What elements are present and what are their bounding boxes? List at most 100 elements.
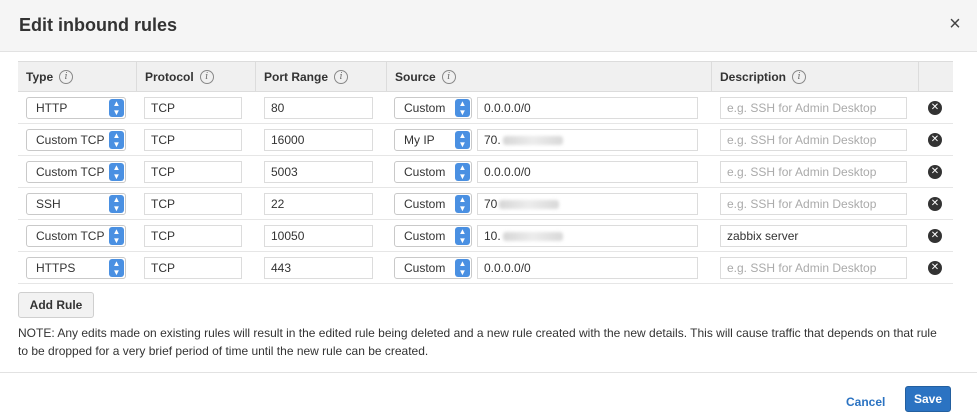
type-select[interactable]: Custom TCP ▲ ▼: [26, 161, 126, 183]
source-type-select[interactable]: Custom ▲ ▼: [394, 225, 472, 247]
select-arrows-icon: ▲ ▼: [455, 131, 470, 149]
select-arrows-icon: ▲ ▼: [109, 227, 124, 245]
protocol-field: TCP: [144, 161, 242, 183]
column-type-label: Type: [26, 70, 54, 84]
source-type-value: Custom: [404, 101, 446, 115]
table-row: HTTP ▲ ▼ TCP 80 Custom ▲ ▼ 0.0.0.0/0 e.g. SS…: [18, 92, 953, 124]
source-input[interactable]: 10.: [477, 225, 698, 247]
source-value: 10.: [484, 229, 501, 243]
select-arrows-icon: ▲ ▼: [109, 195, 124, 213]
protocol-field: TCP: [144, 225, 242, 247]
column-description: Description i: [711, 62, 918, 92]
edit-inbound-rules-dialog: Edit inbound rules × Type i Protocol i Por…: [0, 0, 977, 420]
cancel-button[interactable]: Cancel: [846, 395, 885, 409]
info-icon[interactable]: i: [792, 69, 807, 84]
source-input[interactable]: 70: [477, 193, 698, 215]
source-value: 70.: [484, 133, 501, 147]
description-input[interactable]: e.g. SSH for Admin Desktop: [720, 97, 907, 119]
port-range-input[interactable]: 80: [264, 97, 373, 119]
description-input[interactable]: e.g. SSH for Admin Desktop: [720, 193, 907, 215]
port-range-input[interactable]: 16000: [264, 129, 373, 151]
source-type-value: Custom: [404, 261, 446, 275]
column-port-range: Port Range i: [255, 62, 386, 92]
description-input[interactable]: e.g. SSH for Admin Desktop: [720, 257, 907, 279]
info-icon[interactable]: i: [334, 69, 349, 84]
type-select-value: Custom TCP: [36, 165, 105, 179]
type-select[interactable]: Custom TCP ▲ ▼: [26, 129, 126, 151]
protocol-field: TCP: [144, 193, 242, 215]
protocol-field: TCP: [144, 257, 242, 279]
description-input[interactable]: e.g. SSH for Admin Desktop: [720, 129, 907, 151]
type-select[interactable]: HTTP ▲ ▼: [26, 97, 126, 119]
source-input[interactable]: 0.0.0.0/0: [477, 257, 698, 279]
save-button[interactable]: Save: [905, 386, 951, 412]
source-type-value: Custom: [404, 165, 446, 179]
source-type-select[interactable]: Custom ▲ ▼: [394, 97, 472, 119]
table-row: Custom TCP ▲ ▼ TCP 5003 Custom ▲ ▼ 0.0.0.0/0…: [18, 156, 953, 188]
source-type-select[interactable]: Custom ▲ ▼: [394, 193, 472, 215]
type-select[interactable]: SSH ▲ ▼: [26, 193, 126, 215]
select-arrows-icon: ▲ ▼: [455, 195, 470, 213]
description-placeholder: e.g. SSH for Admin Desktop: [727, 165, 877, 179]
source-value: 0.0.0.0/0: [484, 165, 531, 179]
source-type-value: My IP: [404, 133, 435, 147]
dialog-title: Edit inbound rules: [19, 15, 177, 35]
source-type-select[interactable]: My IP ▲ ▼: [394, 129, 472, 151]
description-input[interactable]: e.g. SSH for Admin Desktop: [720, 161, 907, 183]
description-placeholder: e.g. SSH for Admin Desktop: [727, 101, 877, 115]
protocol-field: TCP: [144, 129, 242, 151]
description-value: zabbix server: [727, 229, 799, 243]
remove-rule-icon[interactable]: ✕: [928, 261, 942, 275]
description-placeholder: e.g. SSH for Admin Desktop: [727, 261, 877, 275]
port-range-input[interactable]: 10050: [264, 225, 373, 247]
description-placeholder: e.g. SSH for Admin Desktop: [727, 133, 877, 147]
column-protocol: Protocol i: [136, 62, 255, 92]
remove-rule-icon[interactable]: ✕: [928, 101, 942, 115]
redacted-ip-blur: [502, 136, 563, 146]
column-source: Source i: [386, 62, 711, 92]
footer-divider: [0, 372, 977, 373]
redacted-ip-blur: [499, 200, 560, 210]
table-row: SSH ▲ ▼ TCP 22 Custom ▲ ▼ 70 e.g. SSH for Ad…: [18, 188, 953, 220]
source-type-value: Custom: [404, 229, 446, 243]
remove-rule-icon[interactable]: ✕: [928, 229, 942, 243]
select-arrows-icon: ▲ ▼: [109, 163, 124, 181]
protocol-field: TCP: [144, 97, 242, 119]
source-type-select[interactable]: Custom ▲ ▼: [394, 257, 472, 279]
add-rule-button[interactable]: Add Rule: [18, 292, 94, 318]
close-icon[interactable]: ×: [944, 13, 966, 35]
select-arrows-icon: ▲ ▼: [455, 259, 470, 277]
info-icon[interactable]: i: [59, 69, 74, 84]
port-range-input[interactable]: 443: [264, 257, 373, 279]
port-range-input[interactable]: 5003: [264, 161, 373, 183]
table-header: Type i Protocol i Port Range i Source i Desc…: [18, 62, 953, 92]
column-remove: [918, 62, 953, 92]
source-input[interactable]: 0.0.0.0/0: [477, 97, 698, 119]
table-row: Custom TCP ▲ ▼ TCP 10050 Custom ▲ ▼ 10. zabb…: [18, 220, 953, 252]
redacted-ip-blur: [502, 232, 563, 242]
type-select[interactable]: Custom TCP ▲ ▼: [26, 225, 126, 247]
source-value: 0.0.0.0/0: [484, 261, 531, 275]
column-source-label: Source: [395, 70, 436, 84]
description-placeholder: e.g. SSH for Admin Desktop: [727, 197, 877, 211]
select-arrows-icon: ▲ ▼: [455, 227, 470, 245]
description-input[interactable]: zabbix server: [720, 225, 907, 247]
type-select-value: Custom TCP: [36, 133, 105, 147]
remove-rule-icon[interactable]: ✕: [928, 133, 942, 147]
column-protocol-label: Protocol: [145, 70, 194, 84]
info-icon[interactable]: i: [441, 69, 456, 84]
column-type: Type i: [18, 62, 136, 92]
info-icon[interactable]: i: [199, 69, 214, 84]
select-arrows-icon: ▲ ▼: [455, 163, 470, 181]
port-range-input[interactable]: 22: [264, 193, 373, 215]
rules-table: Type i Protocol i Port Range i Source i Desc…: [18, 61, 953, 284]
source-input[interactable]: 0.0.0.0/0: [477, 161, 698, 183]
type-select[interactable]: HTTPS ▲ ▼: [26, 257, 126, 279]
table-row: Custom TCP ▲ ▼ TCP 16000 My IP ▲ ▼ 70. e.g. …: [18, 124, 953, 156]
remove-rule-icon[interactable]: ✕: [928, 165, 942, 179]
type-select-value: HTTPS: [36, 261, 76, 275]
remove-rule-icon[interactable]: ✕: [928, 197, 942, 211]
table-row: HTTPS ▲ ▼ TCP 443 Custom ▲ ▼ 0.0.0.0/0 e.g. …: [18, 252, 953, 284]
source-type-select[interactable]: Custom ▲ ▼: [394, 161, 472, 183]
source-input[interactable]: 70.: [477, 129, 698, 151]
